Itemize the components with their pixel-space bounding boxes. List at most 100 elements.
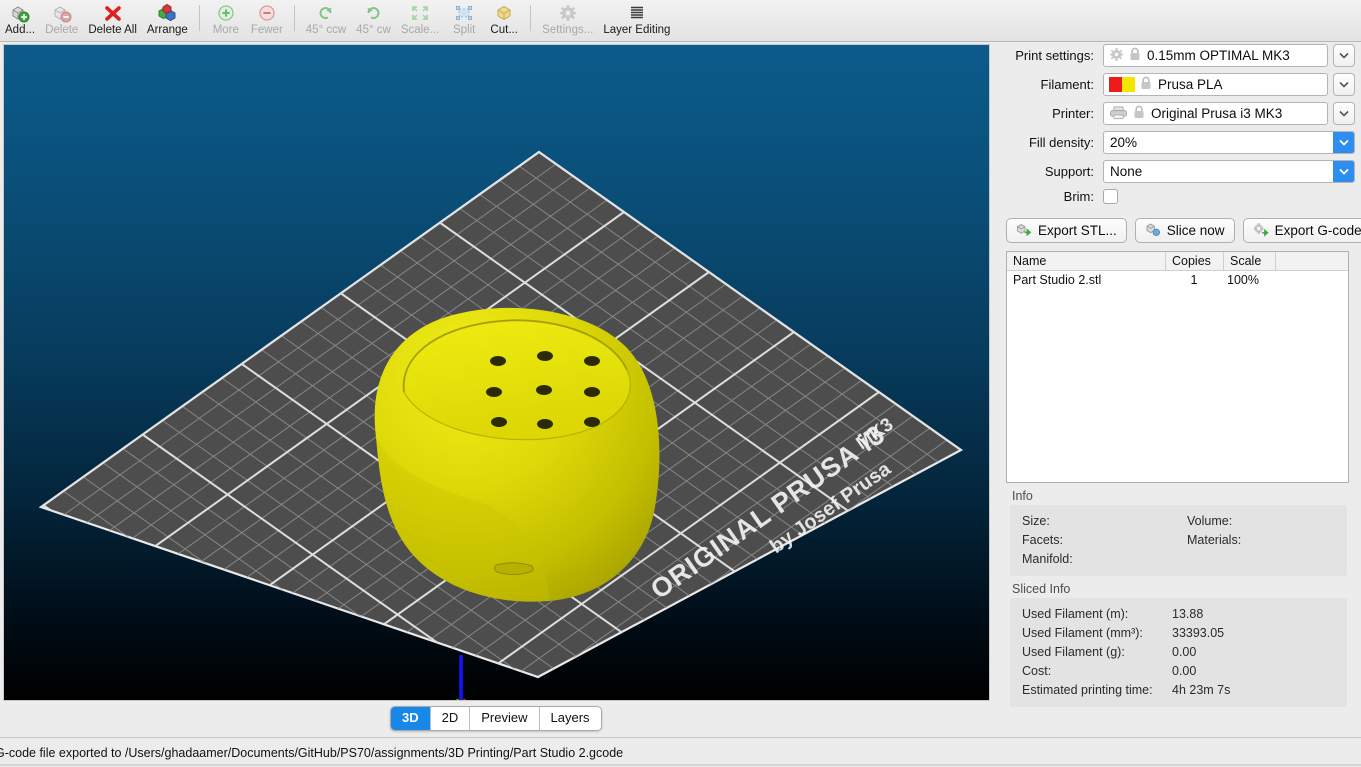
view-mode-tabs: 3D 2D Preview Layers (390, 706, 602, 731)
fill-density-value: 20% (1110, 135, 1138, 150)
toolbar-button-delete-all[interactable]: Delete All (83, 0, 142, 40)
more-copies-icon (214, 2, 238, 23)
toolbar-button-settings[interactable]: Settings... (537, 0, 598, 40)
sliced-info-section-box: Used Filament (m): 13.88 Used Filament (… (1010, 598, 1347, 707)
sliced-row-filament-g: Used Filament (g): 0.00 (1010, 642, 1347, 661)
info-label-volume: Volume: (1187, 513, 1233, 528)
toolbar-label-rotate-ccw: 45° ccw (305, 24, 347, 36)
export-stl-button[interactable]: Export STL... (1006, 218, 1127, 243)
slice-now-button[interactable]: Slice now (1134, 218, 1235, 243)
toolbar-button-fewer[interactable]: Fewer (246, 0, 288, 40)
chevron-down-icon (1339, 81, 1349, 88)
column-header-scale[interactable]: Scale (1223, 252, 1275, 270)
toolbar-separator-1 (198, 5, 200, 31)
lock-icon (1129, 47, 1141, 64)
toolbar-button-add[interactable]: Add... (0, 0, 40, 40)
sliced-row-time: Estimated printing time: 4h 23m 7s (1010, 680, 1347, 699)
3d-viewport[interactable]: ORIGINAL PRUSA i3 MK3 by Josef Prusa (3, 44, 990, 701)
support-dropdown-button[interactable] (1333, 161, 1354, 182)
layer-editing-icon (625, 2, 649, 23)
cell-object-copies: 1 (1190, 273, 1198, 287)
info-row-facets: Facets: Materials: (1010, 530, 1347, 549)
object-table-header: Name Copies Scale (1007, 252, 1348, 271)
toolbar-button-more[interactable]: More (206, 0, 246, 40)
toolbar-button-rotate-ccw[interactable]: 45° ccw (301, 0, 351, 40)
toolbar-label-delete: Delete (45, 24, 79, 36)
table-row[interactable]: Part Studio 2.stl 1 100% (1007, 271, 1348, 289)
sliced-value-filament-m: 13.88 (1172, 606, 1204, 621)
export-gcode-button[interactable]: Export G-code... (1242, 218, 1361, 243)
toolbar-button-layer-editing[interactable]: Layer Editing (598, 0, 675, 40)
support-value: None (1110, 164, 1143, 179)
support-row: Support: None (1000, 160, 1355, 183)
toolbar-label-rotate-cw: 45° cw (356, 24, 391, 36)
sliced-label-filament-g: Used Filament (g): (1022, 644, 1125, 659)
toolbar-button-arrange[interactable]: Arrange (142, 0, 193, 40)
info-section-title: Info (1012, 489, 1033, 503)
info-row-manifold: Manifold: (1010, 549, 1347, 568)
toolbar-button-cut[interactable]: Cut... (484, 0, 524, 40)
sliced-label-time: Estimated printing time: (1022, 682, 1153, 697)
delete-object-icon (50, 2, 74, 23)
print-settings-label: Print settings: (1015, 48, 1094, 63)
printed-object-mesh (374, 307, 660, 602)
sliced-value-filament-mm3: 33393.05 (1172, 625, 1225, 640)
view-tab-layers[interactable]: Layers (539, 707, 601, 730)
brim-row: Brim: (1000, 189, 1355, 204)
delete-all-icon (101, 2, 125, 23)
support-combo[interactable]: None (1103, 160, 1355, 183)
status-bar-message: G-code file exported to /Users/ghadaamer… (0, 746, 624, 760)
column-header-copies[interactable]: Copies (1165, 252, 1223, 270)
info-label-facets: Facets: (1022, 532, 1063, 547)
toolbar-separator-3 (530, 5, 532, 31)
sliced-value-time: 4h 23m 7s (1172, 682, 1231, 697)
toolbar-button-split[interactable]: Split (444, 0, 484, 40)
split-icon (452, 2, 476, 23)
toolbar-label-settings: Settings... (542, 24, 594, 36)
info-label-size: Size: (1022, 513, 1050, 528)
fill-density-dropdown-button[interactable] (1333, 132, 1354, 153)
view-tab-2d[interactable]: 2D (430, 707, 471, 730)
sliced-info-section-title: Sliced Info (1012, 582, 1071, 596)
right-side-panel: Print settings: 0.15mm OPTIMAL MK3 Filam… (1000, 44, 1361, 734)
object-list-table[interactable]: Name Copies Scale Part Studio 2.stl 1 10… (1006, 251, 1349, 483)
view-tab-3d[interactable]: 3D (391, 707, 431, 730)
brim-checkbox[interactable] (1103, 189, 1118, 204)
toolbar-label-add: Add... (5, 24, 36, 36)
cut-icon (492, 2, 516, 23)
chevron-down-icon (1338, 139, 1349, 146)
toolbar-button-delete[interactable]: Delete (40, 0, 83, 40)
sliced-row-filament-mm3: Used Filament (mm³): 33393.05 (1010, 623, 1347, 642)
brim-label: Brim: (1063, 189, 1094, 204)
toolbar-label-delete-all: Delete All (88, 24, 137, 36)
arrange-icon (155, 2, 179, 23)
print-settings-value: 0.15mm OPTIMAL MK3 (1147, 48, 1290, 63)
sliced-row-cost: Cost: 0.00 (1010, 661, 1347, 680)
sliced-value-filament-g: 0.00 (1172, 644, 1197, 659)
printer-row: Printer: Original Prusa i3 MK3 (1000, 102, 1355, 125)
print-settings-combo[interactable]: 0.15mm OPTIMAL MK3 (1103, 44, 1328, 67)
info-section-box: Size: Volume: Facets: Materials: Manifol… (1010, 505, 1347, 576)
filament-value: Prusa PLA (1158, 77, 1223, 92)
toolbar-label-cut: Cut... (490, 24, 518, 36)
print-settings-dropdown-button[interactable] (1333, 44, 1355, 67)
slice-now-label: Slice now (1166, 223, 1225, 238)
scale-icon (408, 2, 432, 23)
toolbar-label-more: More (212, 24, 239, 36)
view-tab-preview[interactable]: Preview (470, 707, 540, 730)
chevron-down-icon (1338, 168, 1349, 175)
toolbar-button-rotate-cw[interactable]: 45° cw (351, 0, 396, 40)
toolbar-label-split: Split (452, 24, 476, 36)
toolbar-button-scale[interactable]: Scale... (396, 0, 444, 40)
support-label: Support: (1044, 164, 1094, 179)
sliced-label-cost: Cost: (1022, 663, 1052, 678)
info-label-materials: Materials: (1187, 532, 1242, 547)
filament-dropdown-button[interactable] (1333, 73, 1355, 96)
printer-dropdown-button[interactable] (1333, 102, 1355, 125)
fill-density-combo[interactable]: 20% (1103, 131, 1355, 154)
column-header-name[interactable]: Name (1007, 252, 1165, 270)
filament-combo[interactable]: Prusa PLA (1103, 73, 1328, 96)
column-header-extra[interactable] (1275, 252, 1348, 270)
printer-combo[interactable]: Original Prusa i3 MK3 (1103, 102, 1328, 125)
export-stl-label: Export STL... (1038, 223, 1117, 238)
